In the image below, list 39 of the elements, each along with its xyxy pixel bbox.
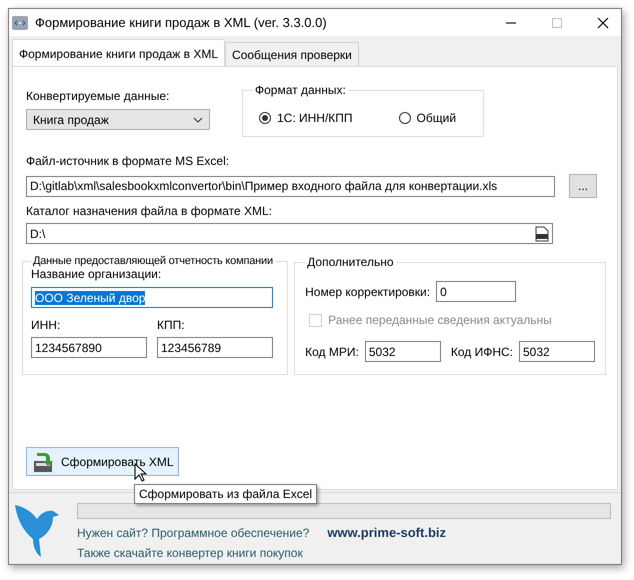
field-label: Конвертируемые данные:: [26, 89, 170, 103]
field-label: Файл-источник в формате MS Excel:: [26, 154, 230, 168]
app-icon: [12, 16, 28, 30]
xml-file-icon[interactable]: [535, 226, 549, 242]
mri-code-field[interactable]: 5032: [364, 341, 441, 362]
group-title: Дополнительно: [306, 255, 395, 269]
tab[interactable]: Формирование книги продаж в XML: [12, 39, 226, 67]
radio-option[interactable]: 1С: ИНН/КПП: [259, 111, 353, 125]
group-title: Данные предоставляющей отчетность компании: [32, 255, 274, 267]
radio-button[interactable]: [398, 112, 411, 124]
field-label: Код ИФНС:: [450, 344, 513, 358]
radio-option[interactable]: Общий: [398, 111, 456, 125]
tab[interactable]: Сообщения проверки: [225, 42, 359, 66]
target-folder-field[interactable]: D:\: [26, 223, 553, 244]
field-label: Код МРИ:: [305, 344, 359, 358]
field-label: ИНН:: [31, 318, 62, 332]
tooltip: Сформировать из файла Excel: [134, 484, 318, 504]
field-label: Каталог назначения файла в формате XML:: [26, 204, 273, 218]
field-label: Название организации:: [31, 267, 162, 281]
close-icon[interactable]: [597, 16, 609, 28]
chevron-icon: [193, 116, 203, 122]
ifns-code-field[interactable]: 5032: [519, 341, 595, 362]
group-title: Формат данных:: [254, 83, 347, 97]
kpp-field[interactable]: 123456789: [157, 337, 273, 358]
website-link[interactable]: www.prime-soft.biz: [327, 525, 446, 540]
radio-button[interactable]: [259, 112, 271, 124]
generate-xml-button[interactable]: Сформировать XML: [26, 447, 179, 476]
window-title: Формирование книги продаж в XML (ver. 3.3.0.0): [35, 15, 328, 30]
purchase-converter-link[interactable]: Также скачайте конвертер книги покупок: [77, 546, 611, 560]
inn-field[interactable]: 1234567890: [31, 337, 147, 358]
source-file-field[interactable]: D:\gitlab\xml\salesbookxmlconvertor\bin\Пример входного файла для конвертации.xls: [26, 176, 555, 196]
data-type-dropdown[interactable]: Книга продаж: [26, 109, 210, 130]
convert-icon: [33, 450, 55, 472]
field-label: КПП:: [157, 318, 186, 332]
browse-button[interactable]: ...: [569, 174, 597, 198]
organization-name-field[interactable]: ООО Зеленый двор: [31, 287, 273, 308]
services-link[interactable]: Нужен сайт? Программное обеспечение?: [77, 526, 310, 540]
correction-number-field[interactable]: 0: [436, 281, 516, 302]
field-label: Номер корректировки:: [305, 284, 430, 298]
